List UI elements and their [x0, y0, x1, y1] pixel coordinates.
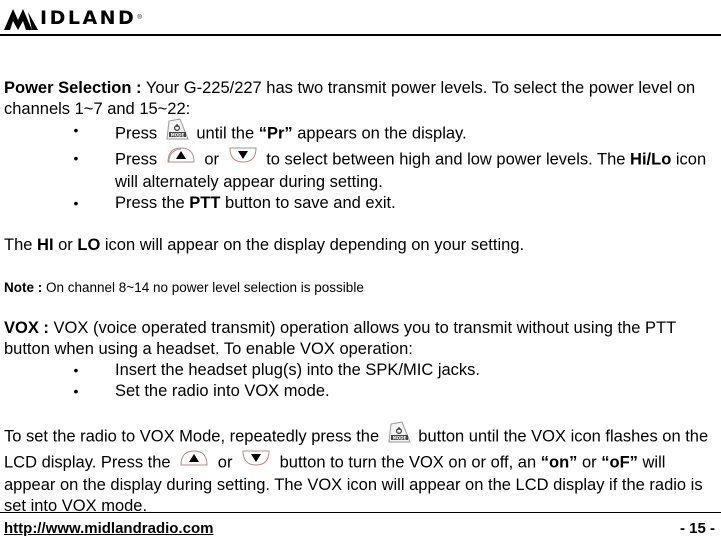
bullet: • [73, 150, 79, 166]
list-item: • Press or to select between high and lo… [4, 146, 716, 193]
down-arrow-button-icon [237, 449, 275, 473]
note-label: Note : [4, 280, 43, 295]
midland-m-icon [4, 9, 38, 30]
website-link[interactable]: http://www.midlandradio.com [4, 520, 213, 537]
note: Note : On channel 8~14 no power level se… [4, 280, 364, 295]
up-arrow-button-icon [175, 449, 213, 473]
vox-steps: • Insert the headset plug(s) into the SP… [4, 360, 716, 402]
vox-intro: VOX : VOX (voice operated transmit) oper… [4, 319, 676, 358]
bullet: • [73, 195, 79, 211]
power-selection-steps: • Press MODE until the “Pr” appears on t… [4, 118, 716, 214]
header-divider [0, 34, 721, 36]
bullet: • [73, 383, 79, 399]
up-arrow-button-icon [162, 146, 200, 170]
list-item: • Insert the headset plug(s) into the SP… [4, 360, 716, 381]
bullet: • [73, 122, 79, 138]
list-item: • Press the PTT button to save and exit. [4, 193, 716, 214]
midland-logo: IDLAND ® [4, 5, 142, 31]
page-number: - 15 - [679, 520, 715, 537]
bullet: • [73, 362, 79, 378]
mode-button-icon: MODE [162, 118, 192, 146]
power-selection-intro: Power Selection : Your G-225/227 has two… [4, 79, 696, 118]
down-arrow-button-icon [224, 146, 262, 170]
hi-lo-line: The HI or LO icon will appear on the dis… [4, 236, 525, 254]
page-content: Power Selection : Your G-225/227 has two… [4, 78, 716, 517]
registered-mark: ® [137, 15, 142, 21]
svg-text:MODE: MODE [393, 435, 407, 440]
list-item: • Press MODE until the “Pr” appears on t… [4, 118, 716, 148]
mode-button-icon: MODE [384, 421, 414, 449]
vox-heading: VOX : [4, 319, 49, 337]
list-item: • Set the radio into VOX mode. [4, 381, 716, 402]
footer-divider [0, 512, 721, 513]
power-selection-heading: Power Selection : [4, 79, 142, 97]
brand-name: IDLAND [40, 6, 137, 29]
svg-text:MODE: MODE [171, 132, 185, 137]
vox-instructions: To set the radio to VOX Mode, repeatedly… [4, 421, 716, 517]
